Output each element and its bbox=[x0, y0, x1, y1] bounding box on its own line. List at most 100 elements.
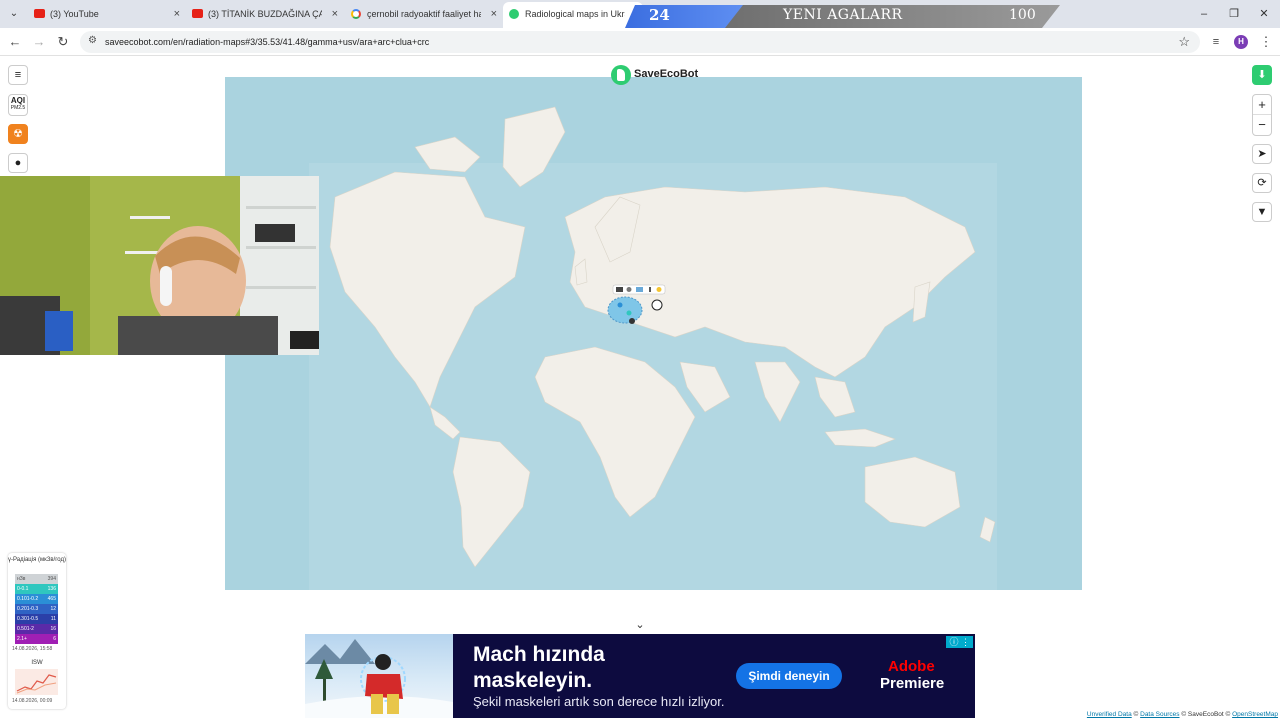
aqi-label: AQI bbox=[10, 96, 26, 105]
attrib-copy1: © bbox=[1133, 711, 1139, 718]
logo-text: SaveEcoBot bbox=[634, 68, 699, 80]
webcam-overlay bbox=[0, 176, 319, 355]
legend-count: 6 bbox=[53, 636, 56, 642]
legend-range: 0.201-0.3 bbox=[17, 606, 39, 612]
legend-row[interactable]: 2.1+ 6 bbox=[15, 634, 58, 644]
saveecobot-icon bbox=[509, 9, 519, 19]
webcam-image bbox=[0, 176, 319, 355]
banner-left-number: 24 bbox=[649, 6, 670, 24]
tab-strip: ⌄ (3) YouTube × (3) TİTANİK BUZDAĞINA ÇA… bbox=[0, 0, 1280, 28]
saveecobot-logo-icon bbox=[611, 65, 631, 85]
ad-brand-adobe: Adobe bbox=[888, 658, 935, 675]
legend-title: γ-Радіація (мкЗв/год) bbox=[8, 557, 66, 563]
menu-hamburger-icon[interactable]: ≡ bbox=[8, 65, 28, 85]
omnibox[interactable]: ⚙ saveecobot.com/en/radiation-maps#3/35.… bbox=[80, 31, 1200, 53]
locate-arrow-icon[interactable]: ➤ bbox=[1252, 144, 1272, 164]
tab-search-chevron-icon[interactable]: ⌄ bbox=[4, 4, 24, 24]
reload-icon[interactable]: ↻ bbox=[53, 32, 73, 52]
unverified-data-link[interactable]: Unverified Data bbox=[1087, 711, 1132, 718]
legend-range: 0.101-0.2 bbox=[17, 596, 39, 602]
legend-row[interactable]: 0-0.1 136 bbox=[15, 584, 58, 594]
tab-close-icon[interactable]: × bbox=[491, 4, 497, 24]
legend-count: 136 bbox=[47, 586, 56, 592]
maximize-button[interactable]: ❐ bbox=[1224, 4, 1244, 24]
map-attribution: Unverified Data © Data Sources © SaveEco… bbox=[1086, 711, 1278, 718]
legend-count: 11 bbox=[50, 616, 56, 622]
add-sensor-icon[interactable]: ⬇ bbox=[1252, 65, 1272, 85]
profile-avatar[interactable]: H bbox=[1234, 35, 1248, 49]
tab-cernobil-search[interactable]: çernobil radyoaktif faaliyet harita × bbox=[351, 4, 499, 24]
filter-funnel-icon[interactable]: ▼ bbox=[1252, 202, 1272, 222]
refresh-icon[interactable]: ⟳ bbox=[1252, 173, 1272, 193]
legend-count: 16 bbox=[50, 626, 56, 632]
legend-row[interactable]: 0.501-2 16 bbox=[15, 624, 58, 634]
close-window-button[interactable]: ✕ bbox=[1254, 4, 1274, 24]
youtube-icon bbox=[34, 9, 45, 18]
zoom-in-button[interactable]: + bbox=[1253, 95, 1271, 115]
banner-right-number: 100 bbox=[1009, 7, 1036, 23]
tab-label: çernobil radyoaktif faaliyet harita bbox=[367, 9, 481, 19]
address-bar-row: ← → ↻ ⚙ saveecobot.com/en/radiation-maps… bbox=[0, 28, 1280, 56]
banner-title: YENI AGALARR bbox=[783, 7, 903, 23]
tab-label: (3) YouTube bbox=[50, 9, 99, 19]
stream-overlay-banner: 24 YENI AGALARR 100 bbox=[625, 5, 1060, 28]
browser-window: { "tabs": [ {"label": "(3) YouTube", "ic… bbox=[0, 0, 1280, 720]
tab-titanik[interactable]: (3) TİTANİK BUZDAĞINA ÇARPIYOR × bbox=[192, 4, 340, 24]
ad-brand-premiere: Premiere bbox=[880, 675, 945, 692]
tab-label: (3) TİTANİK BUZDAĞINA ÇARPIYOR bbox=[208, 9, 322, 19]
fire-layer-icon[interactable]: ● bbox=[8, 153, 28, 173]
tab-close-icon[interactable]: × bbox=[332, 4, 338, 24]
back-arrow-icon[interactable]: ← bbox=[5, 32, 25, 52]
ad-cta-button[interactable]: Şimdi deneyin bbox=[736, 663, 842, 689]
openstreetmap-link[interactable]: OpenStreetMap bbox=[1232, 711, 1278, 718]
site-info-icon[interactable]: ⚙ bbox=[88, 35, 97, 46]
radiation-layer-icon[interactable]: ☢ bbox=[8, 124, 28, 144]
map-page: SaveEcoBot ≡ AQI PM2.5 ☢ ● ⬇ + − ➤ ⟳ ▼ γ… bbox=[0, 56, 1280, 720]
legend-range: 0-0.1 bbox=[17, 586, 29, 592]
legend-row[interactable]: 0.201-0.3 12 bbox=[15, 604, 58, 614]
legend-range: 0.501-2 bbox=[17, 626, 34, 632]
tab-close-icon[interactable]: × bbox=[174, 4, 180, 24]
legend-row[interactable]: 0.301-0.5 11 bbox=[15, 614, 58, 624]
forward-arrow-icon[interactable]: → bbox=[29, 32, 49, 52]
zoom-controls: + − bbox=[1252, 94, 1272, 136]
tab-radiation-maps[interactable]: Radiological maps in Ukraine o bbox=[503, 2, 643, 28]
aqi-layer-button[interactable]: AQI PM2.5 bbox=[8, 94, 28, 116]
ad-choices-icon[interactable]: ⓘ ⋮ bbox=[946, 636, 973, 648]
radiation-legend: γ-Радіація (мкЗв/год) нЗв 394 0-0.1 136 0… bbox=[8, 553, 66, 709]
aqi-sub-label: PM2.5 bbox=[10, 105, 26, 111]
legend-count: 12 bbox=[50, 606, 56, 612]
banner-blue-segment bbox=[625, 5, 745, 28]
bookmark-star-icon[interactable]: ☆ bbox=[1178, 31, 1190, 53]
ad-headline: Mach hızında maskeleyin. bbox=[473, 643, 605, 692]
legend-timestamp: 14.08.2026, 15:58 bbox=[12, 646, 53, 652]
ad-collapse-chevron-icon[interactable]: ⌄ bbox=[621, 616, 659, 634]
adobe-ad-banner[interactable]: Mach hızında maskeleyin. Şekil maskeleri… bbox=[305, 634, 975, 718]
reading-list-icon[interactable]: ≡ bbox=[1206, 32, 1226, 52]
legend-range: 2.1+ bbox=[17, 636, 27, 642]
isw-label: ISW bbox=[31, 660, 43, 666]
legend-header-right: 394 bbox=[47, 576, 56, 582]
hand-cursor-icon bbox=[651, 299, 663, 311]
legend-row[interactable]: 0.101-0.2 465 bbox=[15, 594, 58, 604]
tab-youtube[interactable]: (3) YouTube × bbox=[34, 4, 182, 24]
legend-range: 0.301-0.5 bbox=[17, 616, 39, 622]
world-map[interactable] bbox=[225, 77, 1082, 590]
youtube-icon bbox=[192, 9, 203, 18]
legend-header-row: нЗв 394 bbox=[15, 574, 58, 584]
legend-header-left: нЗв bbox=[17, 576, 26, 582]
ad-subline: Şekil maskeleri artık son derece hızlı i… bbox=[473, 694, 725, 709]
isw-timestamp: 14.08.2026, 00:09 bbox=[12, 698, 53, 704]
zoom-out-button[interactable]: − bbox=[1253, 115, 1271, 135]
map-land-shapes bbox=[329, 106, 996, 568]
ad-skier-image bbox=[305, 634, 453, 718]
legend-count: 465 bbox=[47, 596, 56, 602]
kebab-menu-icon[interactable]: ⋮ bbox=[1256, 32, 1276, 52]
google-icon bbox=[351, 9, 361, 19]
data-sources-link[interactable]: Data Sources bbox=[1140, 711, 1179, 718]
attrib-copy2: © SaveEcoBot © bbox=[1181, 711, 1231, 718]
minimize-button[interactable]: – bbox=[1194, 4, 1214, 24]
tab-label: Radiological maps in Ukraine o bbox=[525, 9, 625, 19]
url-text[interactable]: saveecobot.com/en/radiation-maps#3/35.53… bbox=[105, 31, 429, 53]
isw-sparkline bbox=[15, 669, 58, 695]
